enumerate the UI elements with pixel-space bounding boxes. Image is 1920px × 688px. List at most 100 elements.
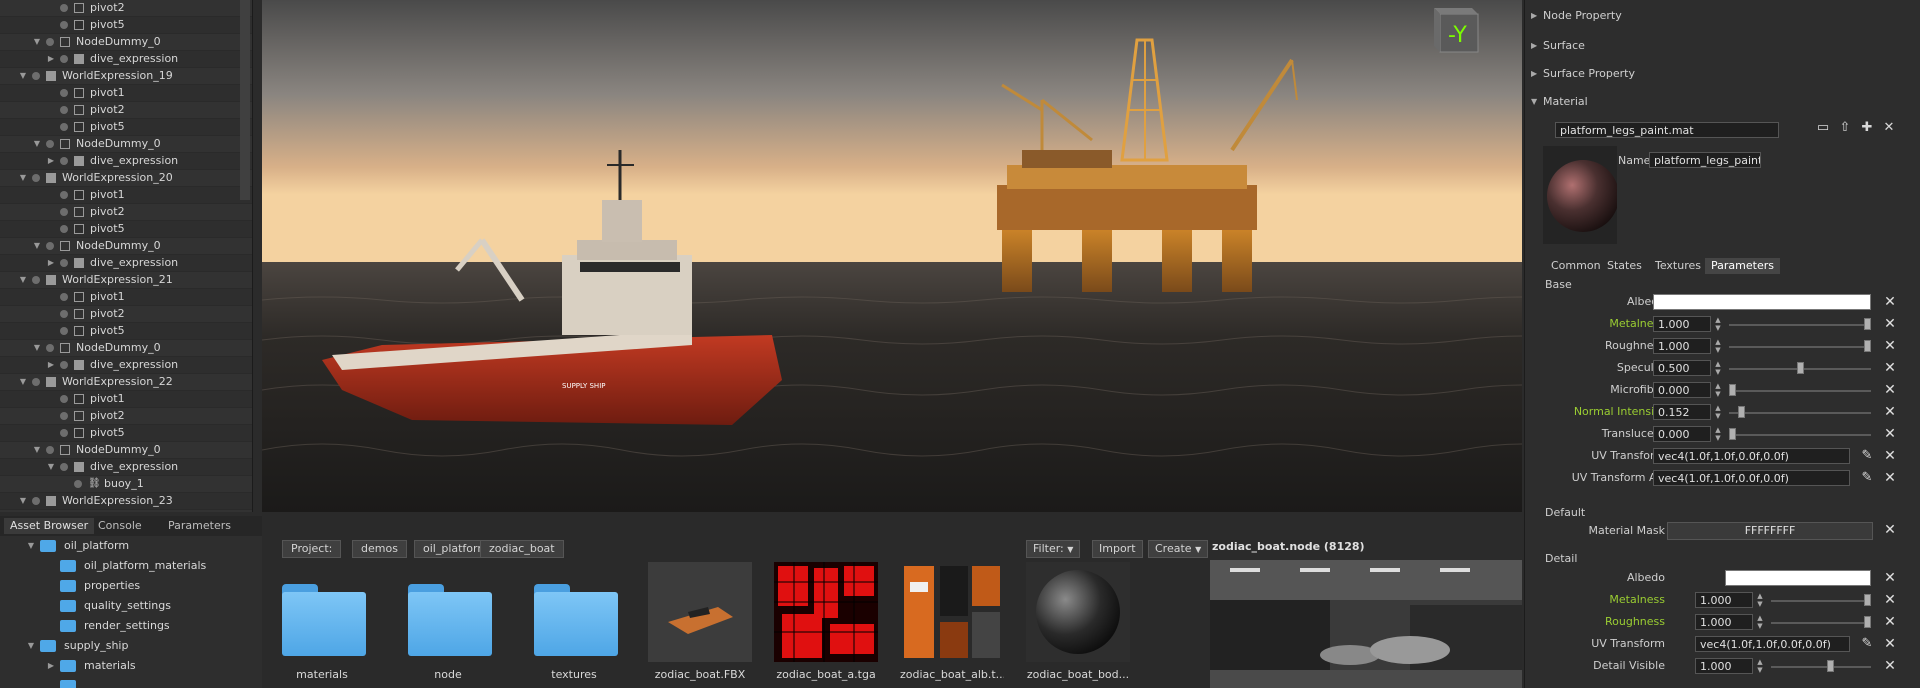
close-icon[interactable]: ✕ (1883, 593, 1897, 607)
pencil-icon[interactable]: ✎ (1859, 448, 1875, 464)
specular-input[interactable]: 0.500 (1653, 360, 1711, 376)
metalness-stepper[interactable]: ▲ ▼ (1755, 592, 1765, 608)
tab-parameters[interactable]: Parameters (162, 518, 237, 534)
chevron-down-icon[interactable]: ▼ (18, 374, 28, 390)
roughness-slider-handle[interactable] (1864, 340, 1871, 352)
asset-tree-item[interactable]: quality_settings (0, 596, 262, 616)
visibility-eye-icon[interactable] (60, 89, 68, 97)
tree-row[interactable]: ▼ WorldExpression_19 (0, 68, 252, 85)
asset-tree-item[interactable]: oil_platform_materials (0, 556, 262, 576)
visibility-eye-icon[interactable] (60, 259, 68, 267)
section-node-property[interactable]: ▶ Node Property (1531, 8, 1622, 24)
translucent-slider-handle[interactable] (1729, 428, 1736, 440)
asset-tree-item[interactable]: properties (0, 576, 262, 596)
breadcrumb-item[interactable]: Project: (282, 540, 342, 558)
visibility-eye-icon[interactable] (32, 276, 40, 284)
visibility-eye-icon[interactable] (60, 123, 68, 131)
close-icon[interactable]: ✕ (1883, 637, 1897, 651)
visibility-eye-icon[interactable] (60, 4, 68, 12)
scene-tree-scrollbar[interactable] (240, 0, 250, 200)
tree-row[interactable]: ▶ dive_expression (0, 153, 252, 170)
visibility-eye-icon[interactable] (60, 191, 68, 199)
asset-tree-item[interactable]: ▼ oil_platform (0, 536, 262, 556)
visibility-eye-icon[interactable] (60, 395, 68, 403)
visibility-eye-icon[interactable] (60, 293, 68, 301)
close-icon[interactable]: ✕ (1883, 361, 1897, 375)
visibility-eye-icon[interactable] (46, 344, 54, 352)
asset-preview[interactable] (1210, 560, 1522, 688)
asset-item[interactable]: zodiac_boat_a.tga (774, 560, 878, 688)
tree-row[interactable]: pivot2 (0, 102, 252, 119)
tree-row[interactable]: ▼ NodeDummy_0 (0, 442, 252, 459)
microfiber-slider-track[interactable] (1729, 390, 1871, 392)
uv-transform-field[interactable]: vec4(1.0f,1.0f,0.0f,0.0f) (1653, 448, 1850, 464)
pencil-icon[interactable]: ✎ (1859, 636, 1875, 652)
chevron-down-icon[interactable]: ▼ (32, 442, 42, 458)
microfiber-stepper[interactable]: ▲ ▼ (1713, 382, 1723, 398)
tree-row[interactable]: ▼ NodeDummy_0 (0, 340, 252, 357)
asset-item[interactable]: node (396, 560, 500, 688)
close-icon[interactable]: ✕ (1883, 317, 1897, 331)
chevron-down-icon[interactable]: ▼ (32, 340, 42, 356)
metalness-stepper[interactable]: ▲ ▼ (1713, 316, 1723, 332)
visibility-eye-icon[interactable] (60, 157, 68, 165)
asset-item[interactable]: materials (270, 560, 374, 688)
close-icon[interactable]: ✕ (1883, 405, 1897, 419)
tree-row[interactable]: ▶ dive_expression (0, 255, 252, 272)
tree-row[interactable]: ▼ NodeDummy_0 (0, 34, 252, 51)
asset-tree-item[interactable]: ▼ supply_ship (0, 636, 262, 656)
visibility-eye-icon[interactable] (46, 38, 54, 46)
chevron-down-icon[interactable]: ▼ (46, 459, 56, 475)
translucent-stepper[interactable]: ▲ ▼ (1713, 426, 1723, 442)
close-icon[interactable]: ✕ (1883, 571, 1897, 585)
tab-console[interactable]: Console (92, 518, 148, 534)
roughness-input[interactable]: 1.000 (1695, 614, 1753, 630)
close-icon[interactable]: ✕ (1883, 523, 1897, 537)
translucent-slider-track[interactable] (1729, 434, 1871, 436)
chevron-right-icon[interactable]: ▶ (46, 51, 56, 67)
tree-row[interactable]: ▼ NodeDummy_0 (0, 136, 252, 153)
section-surface[interactable]: ▶ Surface (1531, 38, 1585, 54)
albedo-color-swatch[interactable] (1653, 294, 1871, 310)
tab-states[interactable]: States (1601, 258, 1648, 274)
asset-tree-item[interactable]: ▶ materials (0, 656, 262, 676)
visibility-eye-icon[interactable] (60, 21, 68, 29)
pencil-icon[interactable]: ✎ (1859, 470, 1875, 486)
close-icon[interactable]: ✕ (1883, 295, 1897, 309)
add-icon[interactable]: ✚ (1859, 120, 1875, 136)
close-icon[interactable]: ✕ (1883, 449, 1897, 463)
tree-row[interactable]: pivot2 (0, 408, 252, 425)
visibility-eye-icon[interactable] (60, 412, 68, 420)
chevron-right-icon[interactable]: ▶ (46, 255, 56, 271)
tree-row[interactable]: ▶ dive_expression (0, 51, 252, 68)
visibility-eye-icon[interactable] (46, 446, 54, 454)
close-icon[interactable]: ✕ (1883, 427, 1897, 441)
asset-item[interactable]: zodiac_boat_bod... (1026, 560, 1130, 688)
roughness-stepper[interactable]: ▲ ▼ (1755, 614, 1765, 630)
visibility-eye-icon[interactable] (60, 463, 68, 471)
uv-transform-field[interactable]: vec4(1.0f,1.0f,0.0f,0.0f) (1695, 636, 1850, 652)
material-name-field[interactable]: platform_legs_paint (1649, 152, 1761, 168)
roughness-input[interactable]: 1.000 (1653, 338, 1711, 354)
normal-intensity-stepper[interactable]: ▲ ▼ (1713, 404, 1723, 420)
detail-visible-slider-track[interactable] (1771, 666, 1871, 668)
create-button[interactable]: Create ▼ (1148, 540, 1209, 558)
tab-textures[interactable]: Textures (1649, 258, 1707, 274)
tree-row[interactable]: ▼ WorldExpression_23 (0, 493, 252, 510)
tree-row[interactable]: pivot1 (0, 85, 252, 102)
asset-tree-item[interactable] (0, 676, 262, 688)
roughness-slider-track[interactable] (1729, 346, 1871, 348)
chevron-down-icon[interactable]: ▼ (32, 136, 42, 152)
filter-button[interactable]: Filter: ▼ (1026, 540, 1081, 558)
tree-row[interactable]: pivot1 (0, 510, 252, 512)
asset-tree-item[interactable]: render_settings (0, 616, 262, 636)
tree-row[interactable]: ▼ WorldExpression_22 (0, 374, 252, 391)
roughness-slider-handle[interactable] (1864, 616, 1871, 628)
microfiber-slider-handle[interactable] (1729, 384, 1736, 396)
axis-gizmo[interactable]: -Y (1434, 8, 1479, 53)
import-button[interactable]: Import (1092, 540, 1143, 558)
translucent-input[interactable]: 0.000 (1653, 426, 1711, 442)
chevron-right-icon[interactable]: ▶ (46, 656, 56, 676)
tree-row[interactable]: pivot2 (0, 204, 252, 221)
folder-icon[interactable]: ▭ (1815, 120, 1831, 136)
